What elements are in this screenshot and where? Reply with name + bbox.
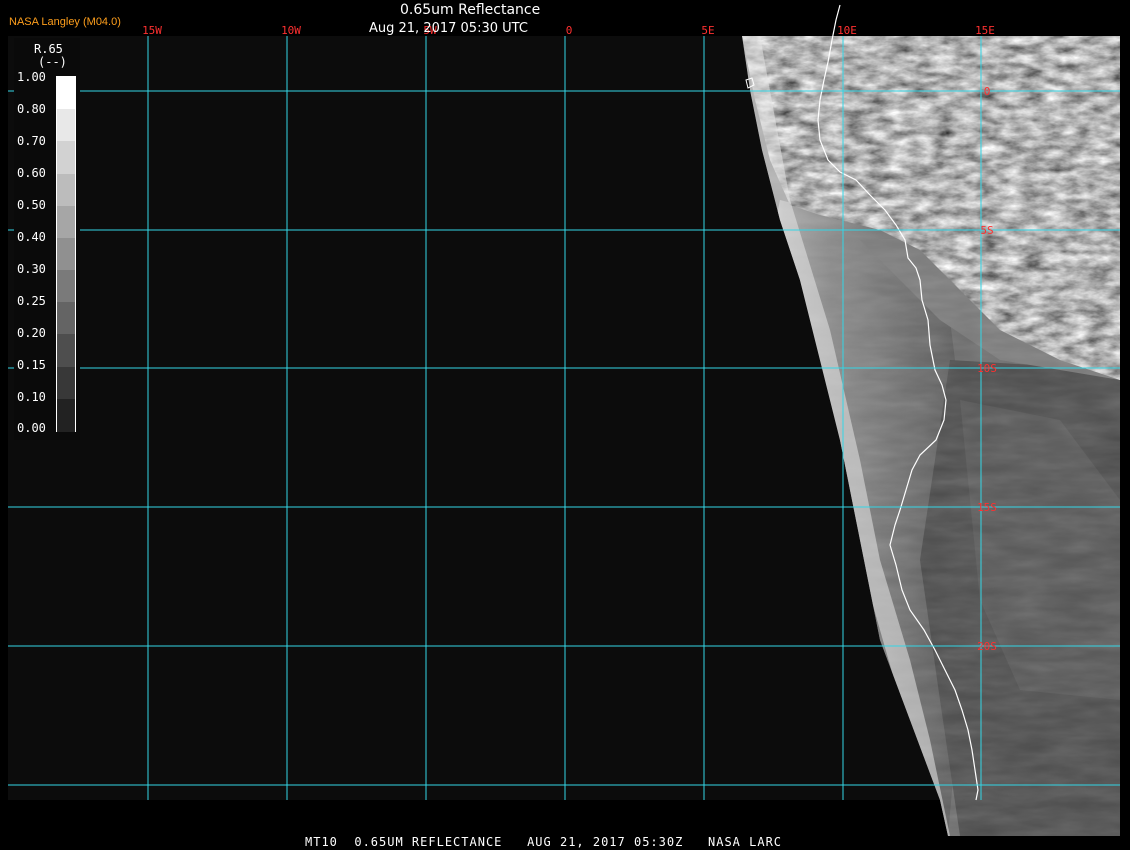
latitude-label: 20S xyxy=(977,640,997,653)
longitude-label: 0 xyxy=(566,24,573,37)
colorbar-tick-label: 0.10 xyxy=(17,390,46,404)
longitude-label: 10W xyxy=(281,24,301,37)
colorbar-tick-label: 0.40 xyxy=(17,230,46,244)
latitude-label: 15S xyxy=(977,501,997,514)
colorbar-swatch xyxy=(57,237,75,272)
colorbar-tick-label: 1.00 xyxy=(17,70,46,84)
colorbar-tick-label: 0.30 xyxy=(17,262,46,276)
satellite-image-view: 15W 10W 5W 0 5E 10E 15E 0 5S 10S 15S 20S NASA Langl… xyxy=(0,0,1130,850)
longitude-label: 10E xyxy=(837,24,857,37)
colorbar-swatch xyxy=(57,109,75,143)
colorbar-swatch xyxy=(57,141,75,175)
colorbar-units: (--) xyxy=(38,55,67,69)
colorbar-swatch xyxy=(57,173,75,207)
colorbar-scale xyxy=(56,76,76,433)
colorbar-variable: R.65 xyxy=(34,42,63,56)
colorbar-swatch xyxy=(57,334,75,368)
longitude-label: 15W xyxy=(142,24,162,37)
colorbar-swatch xyxy=(57,270,75,304)
colorbar-swatch xyxy=(57,398,75,433)
colorbar-tick-label: 0.20 xyxy=(17,326,46,340)
timestamp: Aug 21, 2017 05:30 UTC xyxy=(369,21,528,36)
colorbar-swatch xyxy=(57,77,75,111)
colorbar-tick-label: 0.60 xyxy=(17,166,46,180)
colorbar-swatch xyxy=(57,302,75,336)
colorbar-swatch xyxy=(57,205,75,239)
latitude-label: 10S xyxy=(977,362,997,375)
latitude-label: 5S xyxy=(980,224,993,237)
colorbar-tick-label: 0.70 xyxy=(17,134,46,148)
footer-caption: MT10 0.65UM REFLECTANCE AUG 21, 2017 05:… xyxy=(305,835,783,849)
colorbar-tick-label: 0.80 xyxy=(17,102,46,116)
longitude-label: 15E xyxy=(975,24,995,37)
longitude-label: 5E xyxy=(701,24,714,37)
colorbar-tick-label: 0.15 xyxy=(17,358,46,372)
colorbar-swatch xyxy=(57,366,75,400)
colorbar-tick-label: 0.50 xyxy=(17,198,46,212)
map-canvas: 15W 10W 5W 0 5E 10E 15E05S10S15S20S xyxy=(8,4,1120,836)
colorbar-tick-label: 0.00 xyxy=(17,421,46,435)
colorbar-tick-label: 0.25 xyxy=(17,294,46,308)
source-label: NASA Langley (M04.0) xyxy=(9,16,121,28)
latitude-label: 0 xyxy=(984,85,991,98)
product-title: 0.65um Reflectance xyxy=(400,2,541,18)
